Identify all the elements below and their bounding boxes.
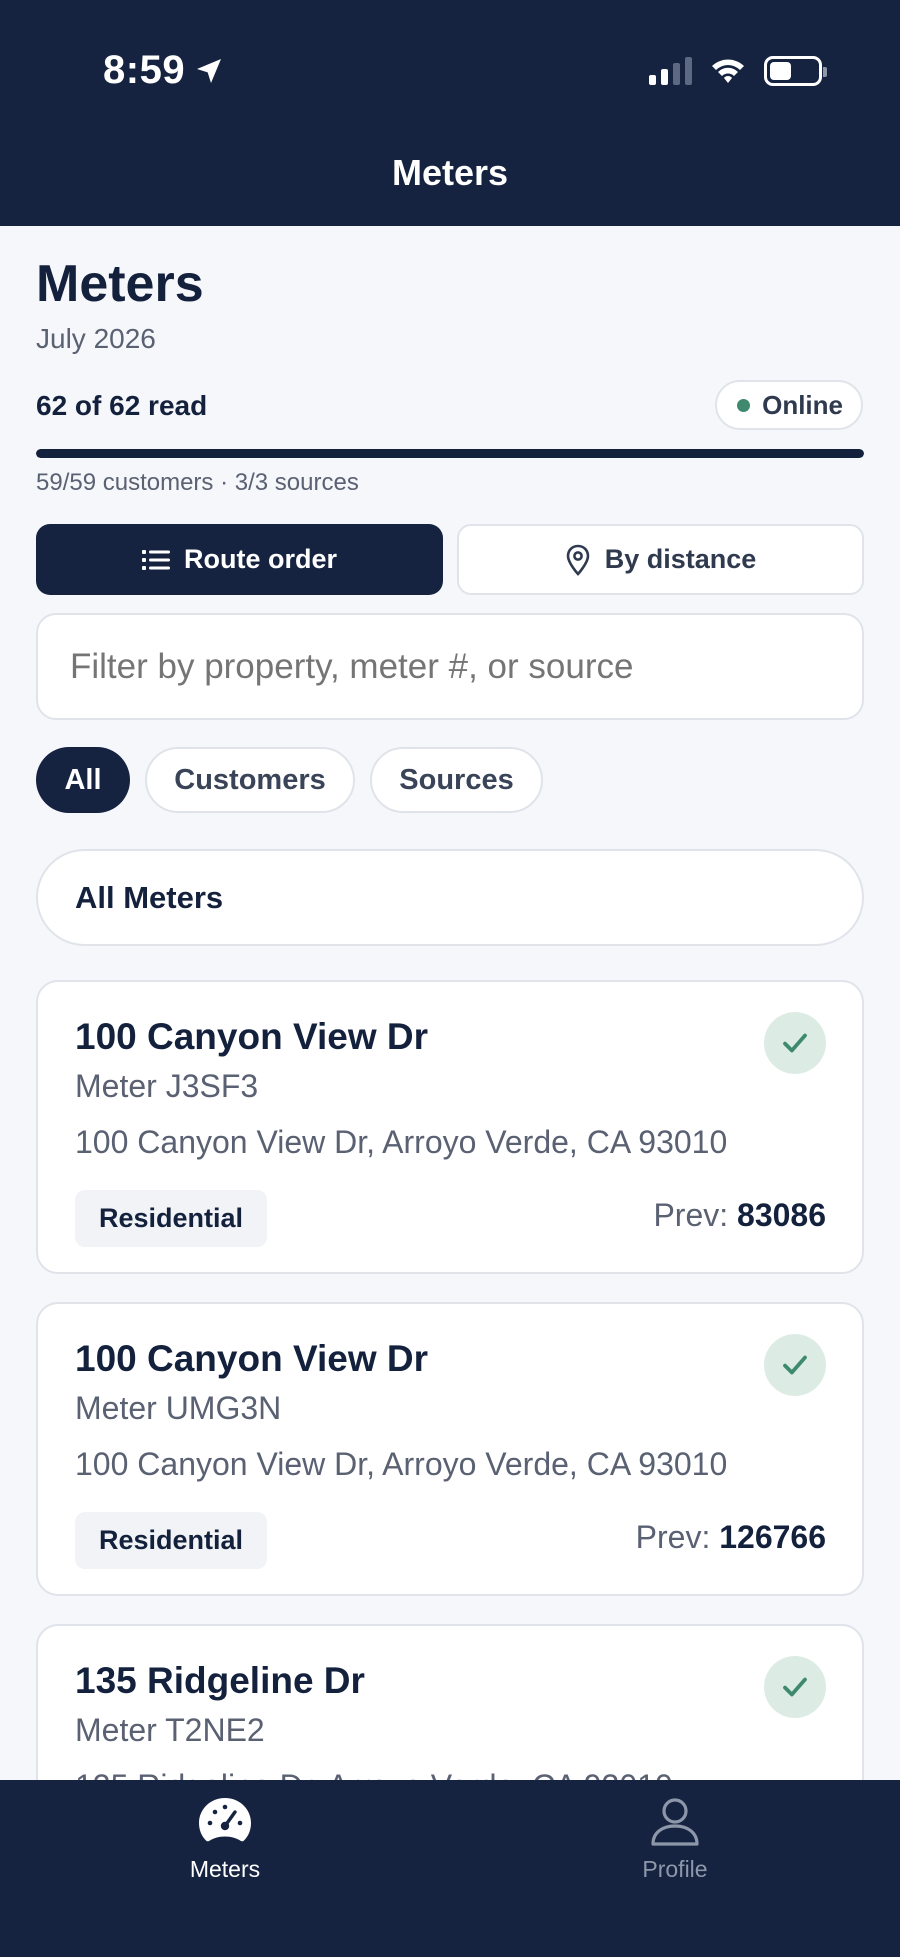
list-icon xyxy=(141,549,170,570)
prev-value: 126766 xyxy=(719,1519,826,1555)
progress-detail: 59/59 customers · 3/3 sources xyxy=(36,469,359,496)
status-time: 8:59 xyxy=(103,48,225,93)
nav-title: Meters xyxy=(391,152,509,193)
read-status-badge xyxy=(764,1012,826,1074)
tab-meters-label: Meters xyxy=(189,1856,261,1882)
meter-card-title: 135 Ridgeline Dr xyxy=(75,1660,365,1701)
group-header-all-meters[interactable]: All Meters xyxy=(36,849,864,946)
meter-card-address: 100 Canyon View Dr, Arroyo Verde, CA 930… xyxy=(75,1446,728,1482)
prev-label: Prev: xyxy=(635,1519,711,1555)
meter-card-previous-reading: Prev: 83086 xyxy=(653,1197,826,1234)
meter-card[interactable]: 100 Canyon View Dr Meter J3SF3 100 Canyo… xyxy=(36,980,864,1274)
person-icon xyxy=(651,1798,699,1846)
meter-card-address: 135 Ridgeline Dr, Arroyo Verde, CA 93010 xyxy=(75,1768,673,1780)
check-icon xyxy=(783,1677,807,1697)
status-indicators xyxy=(649,56,827,86)
tab-meters[interactable]: Meters xyxy=(125,1796,325,1883)
prev-value: 83086 xyxy=(737,1197,826,1233)
route-order-button[interactable]: Route order xyxy=(36,524,443,595)
meter-card-title: 100 Canyon View Dr xyxy=(75,1016,429,1057)
connection-status-label: Online xyxy=(762,389,843,420)
top-bar: 8:59 Meters xyxy=(0,0,900,226)
clock: 8:59 xyxy=(103,48,186,92)
route-order-label: Route order xyxy=(183,544,337,574)
map-pin-icon xyxy=(566,544,590,576)
meter-card-number: Meter J3SF3 xyxy=(75,1068,259,1104)
battery-icon xyxy=(764,56,827,86)
filter-input[interactable] xyxy=(36,613,864,720)
connection-status-badge: Online xyxy=(715,380,863,430)
speedometer-icon xyxy=(199,1798,251,1842)
chip-sources[interactable]: Sources xyxy=(370,747,543,813)
period-label: July 2026 xyxy=(36,323,156,354)
cellular-signal-icon xyxy=(649,57,692,85)
meter-card-title: 100 Canyon View Dr xyxy=(75,1338,429,1379)
meter-card[interactable]: 135 Ridgeline Dr Meter T2NE2 135 Ridgeli… xyxy=(36,1624,864,1780)
read-status-badge xyxy=(764,1334,826,1396)
meter-type-badge: Residential xyxy=(75,1190,268,1247)
online-dot-icon xyxy=(737,398,751,412)
by-distance-button[interactable]: By distance xyxy=(457,524,864,595)
read-progress-fill xyxy=(36,449,864,458)
read-status-badge xyxy=(764,1656,826,1718)
battery-level xyxy=(770,62,791,80)
meter-card-number: Meter T2NE2 xyxy=(75,1712,265,1748)
chip-all[interactable]: All xyxy=(36,747,130,813)
meter-card-address: 100 Canyon View Dr, Arroyo Verde, CA 930… xyxy=(75,1124,728,1160)
page-title: Meters xyxy=(36,255,204,313)
check-icon xyxy=(783,1355,807,1375)
tab-profile-label: Profile xyxy=(642,1856,708,1882)
meter-card[interactable]: 100 Canyon View Dr Meter UMG3N 100 Canyo… xyxy=(36,1302,864,1596)
location-arrow-icon xyxy=(197,58,222,83)
meter-card-previous-reading: Prev: 126766 xyxy=(636,1519,826,1556)
meter-list[interactable]: 100 Canyon View Dr Meter J3SF3 100 Canyo… xyxy=(0,975,900,1780)
by-distance-label: By distance xyxy=(604,544,757,574)
prev-label: Prev: xyxy=(653,1197,729,1233)
bottom-tab-bar: Meters Profile xyxy=(0,1780,900,1957)
meter-type-badge: Residential xyxy=(75,1512,268,1569)
check-icon xyxy=(783,1033,807,1053)
read-progress-bar xyxy=(36,449,864,458)
read-summary: 62 of 62 read xyxy=(36,390,208,421)
tab-profile[interactable]: Profile xyxy=(575,1796,775,1883)
meter-card-number: Meter UMG3N xyxy=(75,1390,282,1426)
chip-customers[interactable]: Customers xyxy=(145,747,355,813)
wifi-icon xyxy=(712,59,744,83)
